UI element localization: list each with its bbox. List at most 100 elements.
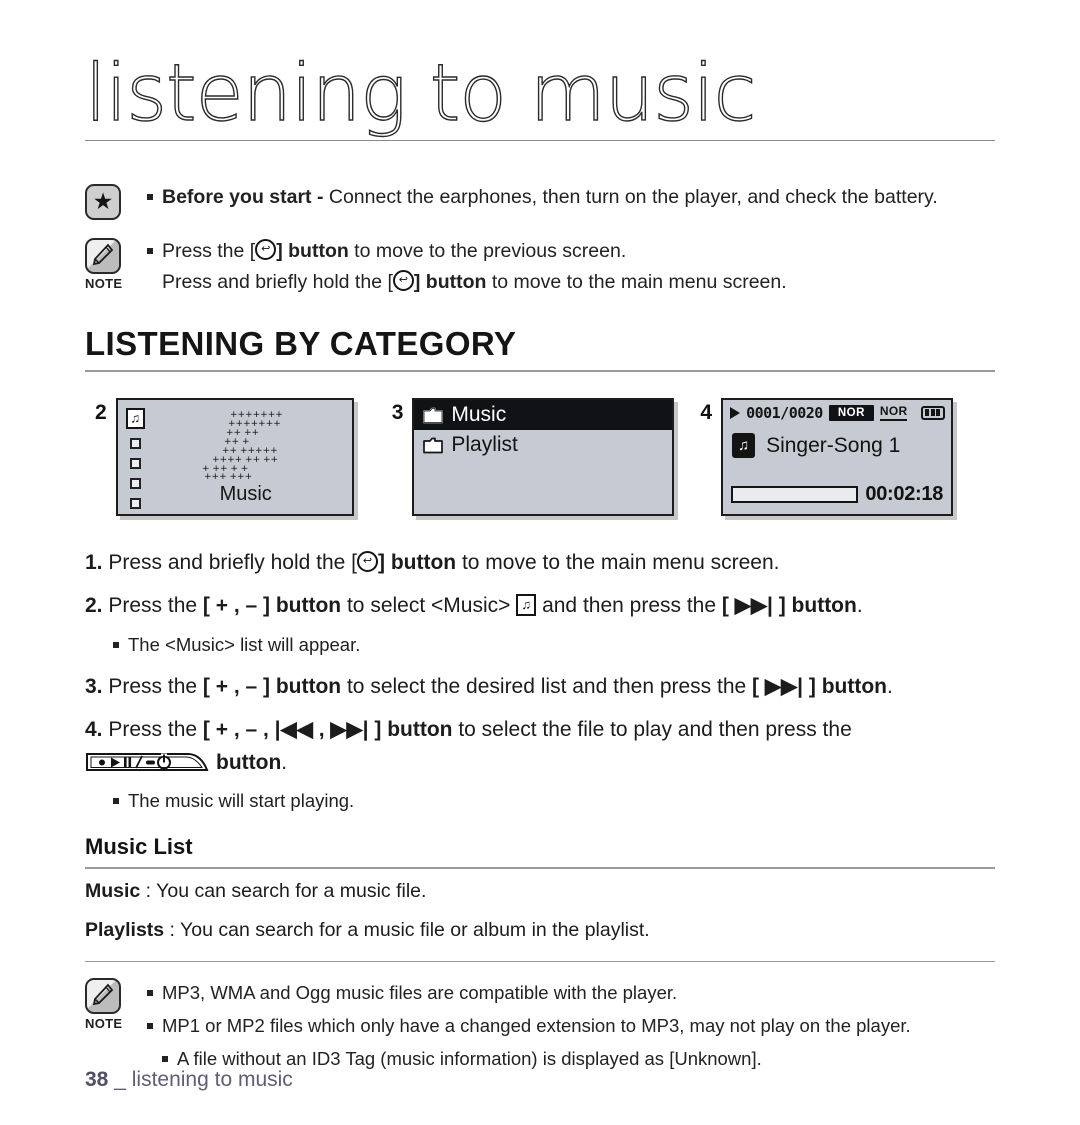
step-1-bold: ] button bbox=[378, 551, 457, 574]
note-icon-column: NOTE bbox=[85, 236, 147, 291]
bullet-square bbox=[113, 642, 119, 648]
steps-list: 1. Press and briefly hold the [] button … bbox=[85, 546, 995, 816]
before-you-start-line: Before you start - Connect the earphones… bbox=[147, 182, 995, 213]
note-caption-bottom: NOTE bbox=[85, 1016, 123, 1031]
section-divider bbox=[85, 370, 995, 372]
screen-3-block: 3 Music Playlist bbox=[392, 398, 675, 516]
folder-icon bbox=[423, 437, 444, 454]
step-2-subnote: The <Music> list will appear. bbox=[85, 630, 995, 660]
note-line3-pre: Press and briefly hold the [ bbox=[162, 271, 393, 293]
note-line3-bold: ] button bbox=[413, 271, 487, 293]
screen-4-track-row: Singer-Song 1 bbox=[723, 433, 951, 458]
top-note-block: ★ Before you start - Connect the earphon… bbox=[85, 182, 995, 298]
progress-bar[interactable] bbox=[731, 486, 859, 503]
back-button-icon bbox=[392, 270, 414, 291]
list-item-music[interactable]: Music bbox=[414, 400, 673, 430]
bottom-note-icon-column: NOTE bbox=[85, 976, 147, 1031]
music-list-entry-music: Music : You can search for a music file. bbox=[85, 874, 995, 908]
step-3-number: 3. bbox=[85, 675, 103, 698]
note-line2-bold: ] button bbox=[276, 240, 349, 262]
list-item-label: Playlist bbox=[451, 433, 518, 456]
title-divider bbox=[85, 140, 995, 141]
music-list-desc: : You can search for a music file. bbox=[140, 879, 427, 902]
note-caption-top: NOTE bbox=[85, 276, 123, 291]
music-note-icon bbox=[516, 594, 537, 616]
step-3-keys2: [ ▶▶| ] button bbox=[752, 675, 888, 698]
step-1: 1. Press and briefly hold the [] button … bbox=[85, 546, 995, 580]
device-screens-row: 2 +++++++ +++++++ ++ ++ ++ + ++ ++ bbox=[85, 398, 995, 516]
music-list-term: Music bbox=[85, 879, 141, 902]
note-line3-tail: to move to the main menu screen. bbox=[486, 271, 787, 293]
music-list-term: Playlists bbox=[85, 918, 165, 941]
bottom-note-text-1: MP3, WMA and Ogg music files are compati… bbox=[162, 982, 678, 1003]
music-list-entry-playlists: Playlists : You can search for a music f… bbox=[85, 913, 995, 947]
music-list-desc: : You can search for a music file or alb… bbox=[164, 918, 650, 941]
screen-2-lcd: +++++++ +++++++ ++ ++ ++ + ++ +++++ ++++… bbox=[115, 398, 354, 516]
bottom-note-text-2: MP1 or MP2 files which only have a chang… bbox=[162, 1015, 911, 1036]
step-4-tail: . bbox=[281, 751, 288, 774]
menu-slot-icon bbox=[129, 458, 141, 469]
bullet-square bbox=[162, 1056, 168, 1062]
step-2-number: 2. bbox=[85, 594, 103, 617]
battery-full-icon bbox=[921, 405, 946, 420]
eq-mode-badge: NOR bbox=[879, 404, 908, 421]
page-title-area: listening to music bbox=[84, 45, 995, 160]
star-glyph: ★ bbox=[92, 188, 114, 215]
note-line-previous-screen: Press the [] button to move to the previ… bbox=[147, 236, 995, 267]
play-icon bbox=[730, 406, 741, 419]
page-footer: 38 _ listening to music bbox=[85, 1068, 293, 1092]
step-3-keys: [ + , – ] button bbox=[202, 675, 342, 698]
step-2-keys2: [ ▶▶| ] button bbox=[721, 594, 857, 617]
before-you-start-text: Connect the earphones, then turn on the … bbox=[328, 186, 938, 208]
track-name: Singer-Song 1 bbox=[766, 433, 901, 457]
step-3-mid: to select the desired list and then pres… bbox=[341, 675, 753, 698]
music-list-divider-top bbox=[85, 867, 995, 869]
bottom-note-block: NOTE MP3, WMA and Ogg music files are co… bbox=[85, 976, 995, 1075]
step-3-tail: . bbox=[887, 675, 893, 698]
music-list-divider-bottom bbox=[85, 960, 995, 962]
music-note-icon bbox=[732, 433, 756, 458]
folder-icon bbox=[423, 407, 444, 424]
step-2-mid: to select <Music> bbox=[341, 594, 511, 617]
track-count: 0001/0020 bbox=[746, 403, 823, 422]
note-line2-pre: Press the [ bbox=[162, 240, 256, 262]
step-2-tail: . bbox=[856, 594, 863, 617]
note-line-main-menu: Press and briefly hold the [ ] button to … bbox=[147, 267, 995, 298]
before-you-start-text-area: Before you start - Connect the earphones… bbox=[147, 182, 995, 213]
manual-page: listening to music ★ Before you start - … bbox=[0, 45, 1080, 1125]
step-4-subnote: The music will start playing. bbox=[85, 786, 995, 816]
step-4-pre: Press the bbox=[108, 718, 203, 741]
music-note-icon bbox=[125, 408, 145, 429]
screen-2-number: 2 bbox=[95, 401, 107, 424]
list-item-label: Music bbox=[451, 403, 507, 426]
before-you-start-label: Before you start - bbox=[162, 186, 324, 208]
bottom-note-line-2: MP1 or MP2 files which only have a chang… bbox=[147, 1009, 995, 1042]
step-4: 4. Press the [ + , – , |◀◀ , ▶▶| ] butto… bbox=[85, 713, 995, 779]
bullet-square bbox=[147, 990, 153, 996]
bullet-square bbox=[147, 1023, 153, 1029]
list-item-playlist[interactable]: Playlist bbox=[414, 430, 672, 460]
step-1-number: 1. bbox=[85, 551, 103, 574]
screen-4-lcd: 0001/0020 NOR NOR Singer-Song 1 00:02:18 bbox=[721, 398, 954, 516]
bullet-square bbox=[113, 798, 119, 804]
screen-4-status-bar: 0001/0020 NOR NOR bbox=[723, 400, 951, 425]
pen-note-icon bbox=[85, 238, 121, 274]
menu-slot-icon bbox=[129, 438, 141, 449]
step-2-mid2: and then press the bbox=[536, 594, 722, 617]
screen-2-block: 2 +++++++ +++++++ ++ ++ ++ + ++ ++ bbox=[95, 398, 354, 516]
bottom-note-lines: MP3, WMA and Ogg music files are compati… bbox=[147, 976, 995, 1075]
step-3-pre: Press the bbox=[108, 675, 203, 698]
bullet-square bbox=[147, 248, 153, 254]
screen-4-number: 4 bbox=[700, 401, 713, 424]
step-2: 2. Press the [ + , – ] button to select … bbox=[85, 589, 995, 623]
note-lines-top: Press the [] button to move to the previ… bbox=[147, 236, 995, 298]
pen-glyph bbox=[92, 983, 114, 1006]
step-4-keys: [ + , – , |◀◀ , ▶▶| ] button bbox=[202, 718, 453, 741]
step-3: 3. Press the [ + , – ] button to select … bbox=[85, 670, 995, 704]
back-button-icon bbox=[357, 551, 378, 572]
page-title: listening to music bbox=[84, 48, 757, 139]
step-2-keys: [ + , – ] button bbox=[202, 594, 342, 617]
step-4-mid: to select the file to play and then pres… bbox=[452, 718, 852, 741]
bottom-note-line-1: MP3, WMA and Ogg music files are compati… bbox=[147, 976, 995, 1009]
pen-glyph bbox=[92, 243, 114, 266]
